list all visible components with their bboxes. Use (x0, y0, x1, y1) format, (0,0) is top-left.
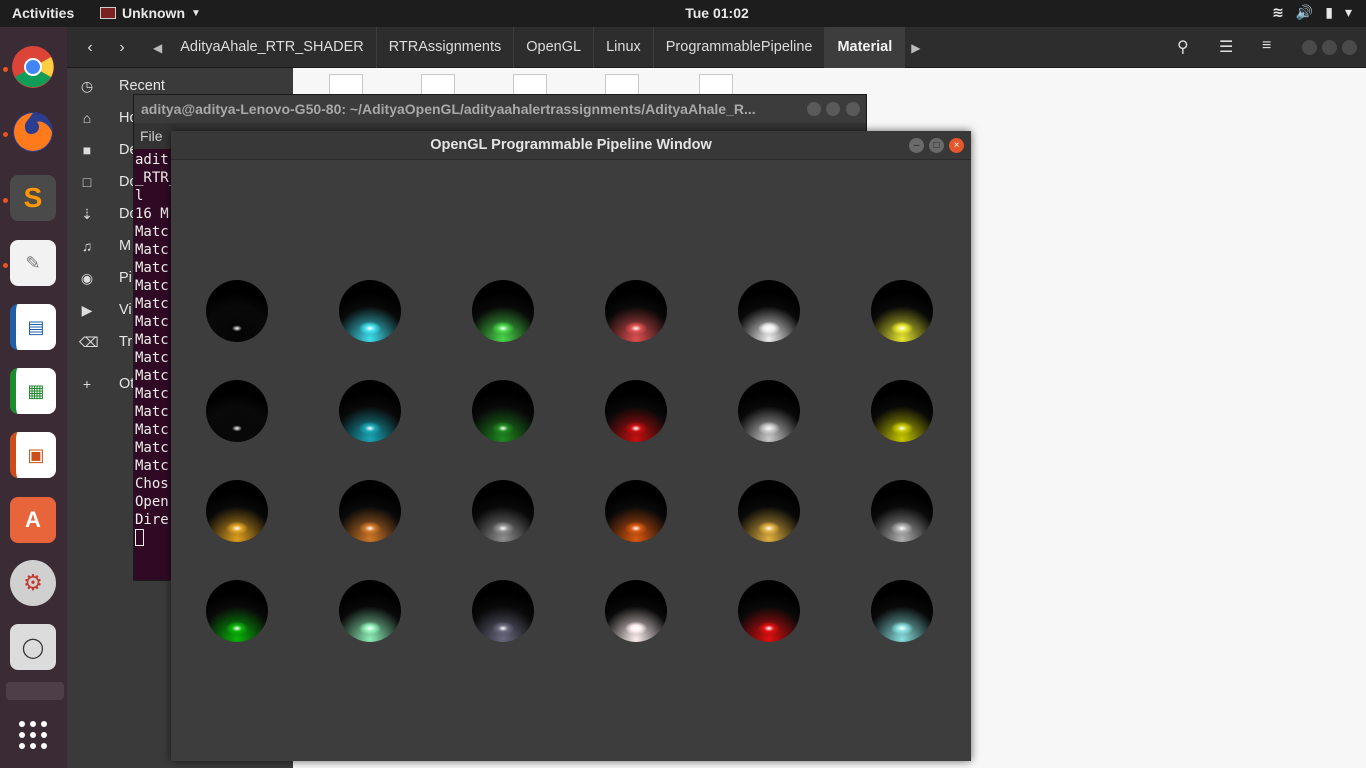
material-sphere (871, 280, 933, 342)
material-sphere (472, 480, 534, 542)
material-sphere (206, 380, 268, 442)
libreoffice-calc-icon[interactable]: ▦ (10, 368, 56, 414)
sidebar-item-label: Pi (119, 270, 132, 286)
maximize-button[interactable] (1322, 40, 1337, 55)
opengl-window-title[interactable]: OpenGL Programmable Pipeline Window (171, 131, 971, 160)
power-menu-icon[interactable]: ▾ (1345, 4, 1352, 21)
terminal-minimize-button[interactable] (807, 102, 821, 116)
text-editor-icon[interactable]: ✎ (10, 240, 56, 286)
material-sphere (738, 580, 800, 642)
back-button[interactable]: ‹ (77, 35, 103, 61)
material-sphere (738, 480, 800, 542)
breadcrumb-left-arrow-icon[interactable]: ◀ (147, 41, 168, 55)
material-sphere (339, 280, 401, 342)
forward-button[interactable]: › (109, 35, 135, 61)
running-indicator (3, 198, 8, 203)
dock-separator (6, 682, 64, 700)
material-sphere (605, 580, 667, 642)
search-icon[interactable]: ⚲ (1177, 37, 1189, 57)
material-sphere (472, 580, 534, 642)
plus-icon: + (82, 376, 92, 392)
sidebar-item-label: Vi (119, 302, 132, 318)
battery-icon[interactable]: ▮ (1325, 4, 1333, 21)
breadcrumb-item[interactable]: AdityaAhale_RTR_SHADER (168, 27, 377, 68)
file-manager-header: ‹ › ◀ AdityaAhale_RTR_SHADER RTRAssignme… (67, 27, 1366, 68)
dock: S ✎ ▤ ▦ ▣ A ⚙ ◯ (0, 27, 67, 768)
material-sphere (871, 480, 933, 542)
material-sphere (206, 580, 268, 642)
close-button[interactable] (1342, 40, 1357, 55)
material-sphere (339, 480, 401, 542)
material-sphere (339, 580, 401, 642)
material-sphere (738, 380, 800, 442)
video-icon: ▶ (81, 302, 93, 318)
system-settings-icon[interactable]: ⚙ (10, 560, 56, 606)
libreoffice-writer-icon[interactable]: ▤ (10, 304, 56, 350)
material-sphere (206, 480, 268, 542)
terminal-menu-file[interactable]: File (140, 128, 163, 144)
camera-icon: ◉ (80, 270, 94, 286)
running-indicator (3, 67, 8, 72)
breadcrumb-right-arrow-icon[interactable]: ▶ (905, 41, 926, 55)
material-sphere (605, 280, 667, 342)
material-sphere (605, 480, 667, 542)
gl-close-button[interactable]: × (949, 138, 964, 153)
home-icon: ⌂ (82, 110, 92, 126)
firefox-icon[interactable] (10, 109, 56, 155)
gl-minimize-button[interactable]: – (909, 138, 924, 153)
screenshot-icon[interactable]: ◯ (10, 624, 56, 670)
top-bar: Activities Unknown ▼ Tue 01:02 ≋ 🔊 ▮ ▾ (0, 0, 1366, 27)
material-sphere (206, 280, 268, 342)
material-sphere (339, 380, 401, 442)
sublime-text-icon[interactable]: S (10, 175, 56, 221)
terminal-cursor (135, 529, 144, 546)
menu-icon[interactable]: ≡ (1262, 37, 1271, 55)
libreoffice-impress-icon[interactable]: ▣ (10, 432, 56, 478)
running-indicator (3, 132, 8, 137)
opengl-canvas[interactable] (171, 160, 971, 761)
breadcrumb-item[interactable]: Linux (594, 27, 654, 68)
opengl-window[interactable]: OpenGL Programmable Pipeline Window – □ … (171, 131, 971, 761)
clock-icon: ◷ (80, 78, 94, 94)
material-sphere (871, 580, 933, 642)
breadcrumb-item[interactable]: OpenGL (514, 27, 595, 68)
terminal-close-button[interactable] (846, 102, 860, 116)
view-toggle-icon[interactable]: ☰ (1219, 37, 1233, 57)
minimize-button[interactable] (1302, 40, 1317, 55)
chrome-icon[interactable] (10, 44, 56, 90)
clock[interactable]: Tue 01:02 (0, 5, 1366, 21)
system-tray[interactable]: ≋ 🔊 ▮ ▾ (1272, 4, 1352, 21)
music-icon: ♫ (81, 238, 93, 254)
gl-maximize-button[interactable]: □ (929, 138, 944, 153)
material-sphere (472, 380, 534, 442)
running-indicator (3, 263, 8, 268)
sidebar-item-label: M (119, 238, 132, 254)
trash-icon: ⌫ (79, 334, 99, 350)
terminal-maximize-button[interactable] (826, 102, 840, 116)
wifi-icon[interactable]: ≋ (1272, 4, 1284, 21)
software-center-icon[interactable]: A (10, 497, 56, 543)
document-icon: □ (82, 174, 92, 190)
volume-icon[interactable]: 🔊 (1296, 4, 1313, 21)
breadcrumb-item[interactable]: ProgrammablePipeline (654, 27, 826, 68)
sidebar-item-label: Tr (119, 334, 133, 350)
grid-icon[interactable] (10, 712, 56, 758)
breadcrumb: ◀ AdityaAhale_RTR_SHADER RTRAssignments … (147, 27, 927, 68)
material-sphere (472, 280, 534, 342)
material-sphere (871, 380, 933, 442)
download-icon: ⇣ (81, 206, 93, 222)
folder-icon: ■ (82, 142, 92, 158)
terminal-title[interactable]: aditya@aditya-Lenovo-G50-80: ~/AdityaOpe… (134, 95, 866, 123)
material-sphere (605, 380, 667, 442)
sidebar-item-label: Recent (119, 78, 165, 94)
material-sphere (738, 280, 800, 342)
breadcrumb-item-active[interactable]: Material (825, 27, 906, 68)
breadcrumb-item[interactable]: RTRAssignments (377, 27, 515, 68)
